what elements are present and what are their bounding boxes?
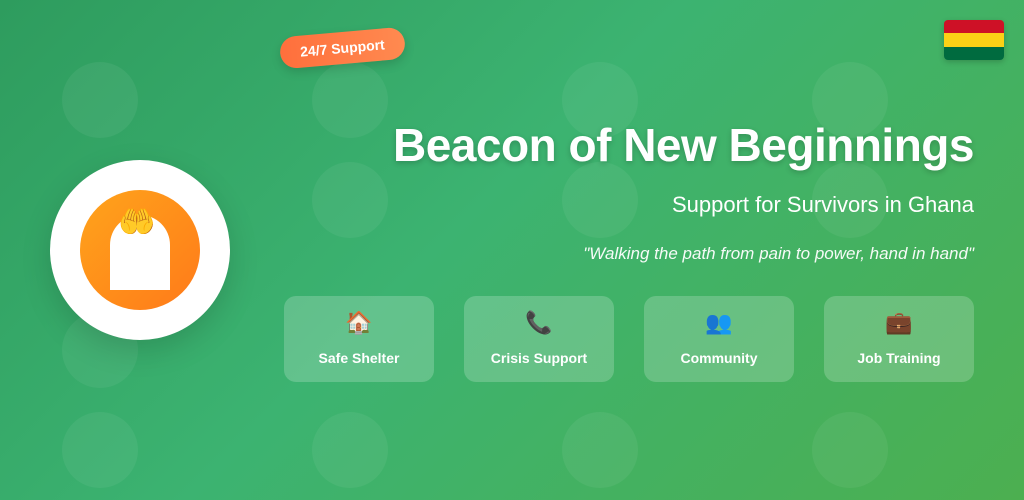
briefcase-icon: 💼 xyxy=(885,311,913,336)
page-subtitle: Support for Survivors in Ghana xyxy=(671,192,974,217)
service-label: Job Training xyxy=(857,350,941,366)
logo: 🤲 xyxy=(50,160,230,340)
service-card-safe-shelter[interactable]: 🏠 Safe Shelter xyxy=(284,296,434,382)
service-card-community[interactable]: 👥 Community xyxy=(644,296,794,382)
service-card-crisis-support[interactable]: 📞 Crisis Support xyxy=(464,296,614,382)
services-list: 🏠 Safe Shelter 📞 Crisis Support 👥 Commun… xyxy=(284,296,974,382)
raised-hands-icon: 🤲 xyxy=(118,205,156,240)
service-label: Community xyxy=(680,350,758,366)
flag-stripe-green xyxy=(944,46,1004,60)
tagline-quote: "Walking the path from pain to power, ha… xyxy=(583,244,974,263)
page-title: Beacon of New Beginnings xyxy=(393,119,974,171)
people-icon: 👥 xyxy=(705,311,733,336)
banner: 24/7 Support 🤲 Beacon of New Beginnings … xyxy=(0,0,1024,500)
logo-circle: 🤲 xyxy=(80,190,200,310)
phone-icon: 📞 xyxy=(525,311,553,336)
service-card-job-training[interactable]: 💼 Job Training xyxy=(824,296,974,382)
flag-stripe-yellow xyxy=(944,33,1004,47)
service-label: Safe Shelter xyxy=(318,350,400,366)
service-label: Crisis Support xyxy=(490,350,588,366)
flag-stripe-red xyxy=(944,20,1004,34)
house-icon: 🏠 xyxy=(345,311,373,336)
ghana-flag-icon xyxy=(944,20,1004,60)
